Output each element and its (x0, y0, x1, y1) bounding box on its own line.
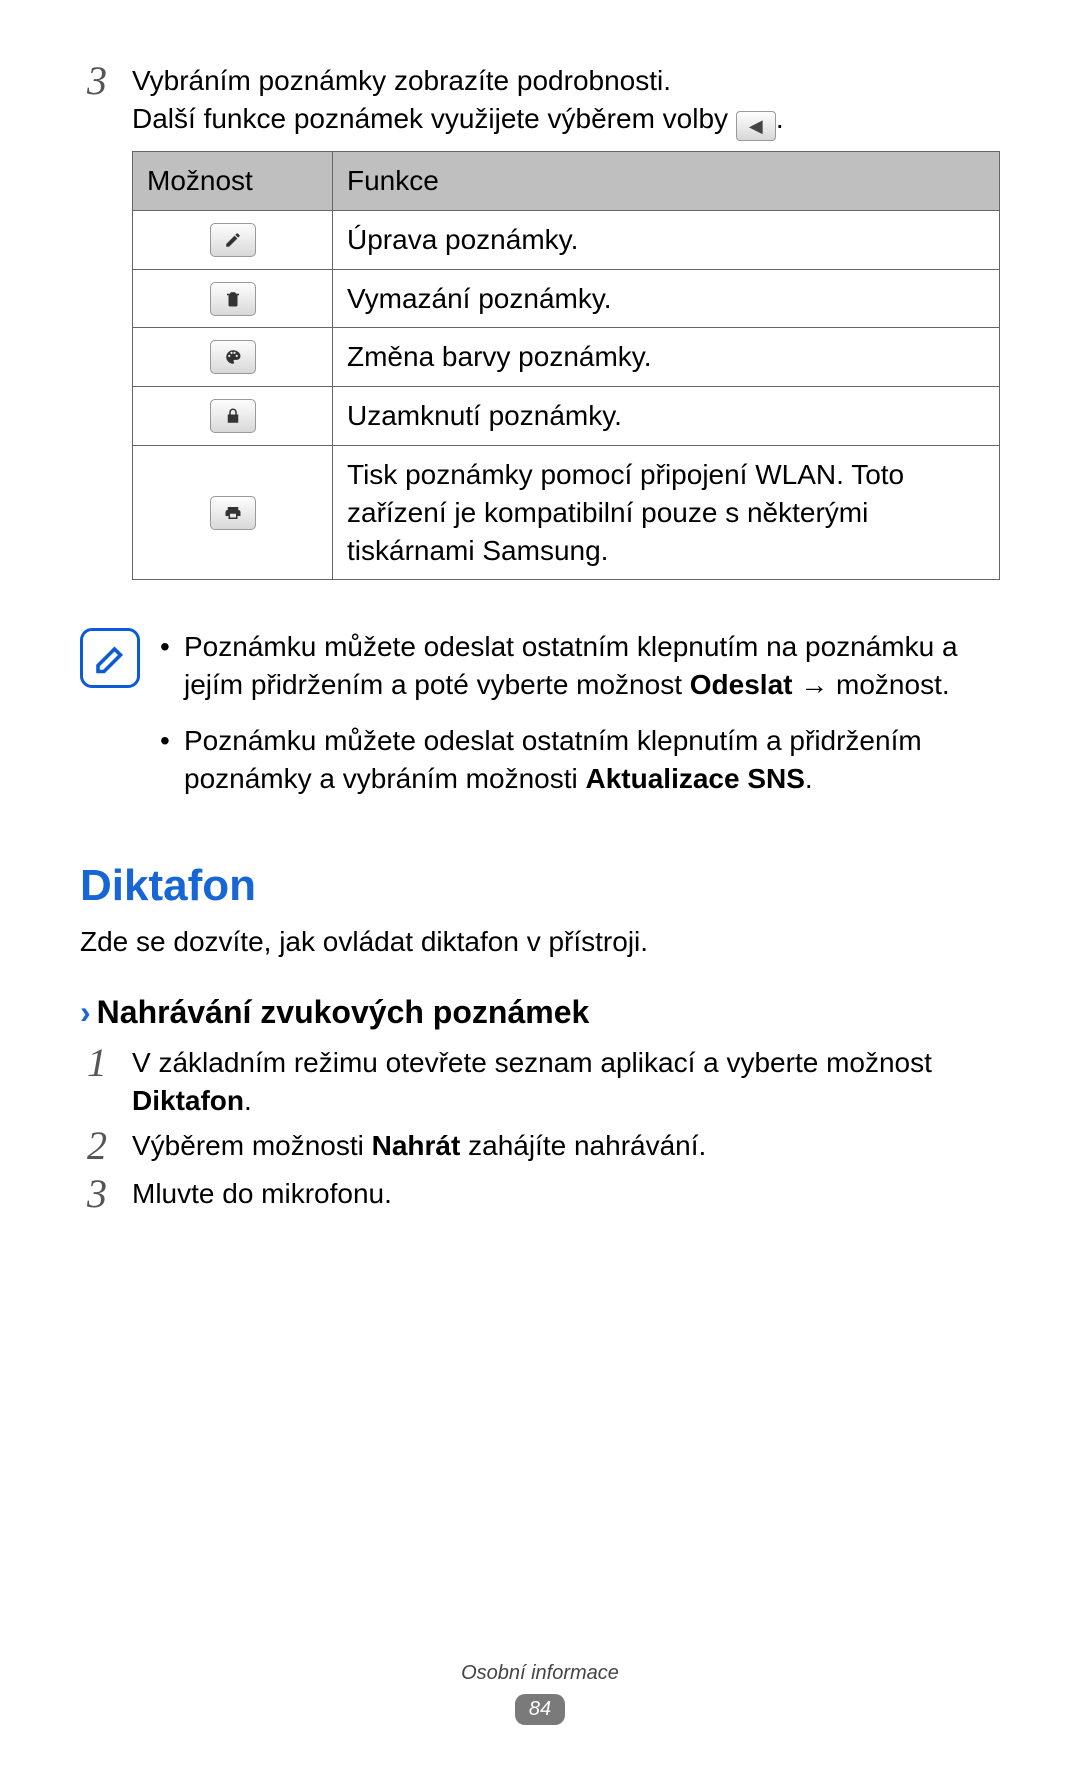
section-lead: Zde se dozvíte, jak ovládat diktafon v p… (80, 923, 1000, 961)
step-number: 2 (80, 1125, 114, 1167)
note-body: Poznámku můžete odeslat ostatním klepnut… (160, 628, 1000, 815)
rec1-post: . (244, 1085, 252, 1116)
note-item: Poznámku můžete odeslat ostatním klepnut… (160, 722, 1000, 798)
step-3: 3 Vybráním poznámky zobrazíte podrobnost… (80, 60, 1000, 604)
option-icon-cell (133, 210, 333, 269)
option-icon-cell (133, 269, 333, 328)
rec1-bold: Diktafon (132, 1085, 244, 1116)
table-row: Uzamknutí poznámky. (133, 387, 1000, 446)
note-icon (80, 628, 140, 688)
option-icon-cell (133, 328, 333, 387)
trash-icon (210, 282, 256, 316)
table-header-row: Možnost Funkce (133, 151, 1000, 210)
footer-category: Osobní informace (0, 1660, 1080, 1687)
step-body: Vybráním poznámky zobrazíte podrobnosti.… (132, 60, 1000, 604)
table-row: Změna barvy poznámky. (133, 328, 1000, 387)
rec2-pre: Výběrem možnosti (132, 1130, 372, 1161)
lock-icon (210, 399, 256, 433)
option-icon-cell (133, 387, 333, 446)
note2-post: . (805, 763, 813, 794)
step-body: Mluvte do mikrofonu. (132, 1173, 1000, 1215)
table-row: Vymazání poznámky. (133, 269, 1000, 328)
chevron-right-icon: › (80, 994, 91, 1030)
note-item: Poznámku můžete odeslat ostatním klepnut… (160, 628, 1000, 704)
table-row: Úprava poznámky. (133, 210, 1000, 269)
option-func: Tisk poznámky pomocí připojení WLAN. Tot… (333, 445, 1000, 579)
table-row: Tisk poznámky pomocí připojení WLAN. Tot… (133, 445, 1000, 579)
note1-post: → možnost. (792, 669, 949, 700)
options-table: Možnost Funkce Úprava poznámky. Vymazání… (132, 151, 1000, 580)
rec2-bold: Nahrát (372, 1130, 461, 1161)
palette-icon (210, 340, 256, 374)
step-number: 1 (80, 1042, 114, 1120)
note2-bold: Aktualizace SNS (586, 763, 805, 794)
option-icon-cell (133, 445, 333, 579)
option-func: Uzamknutí poznámky. (333, 387, 1000, 446)
option-func: Vymazání poznámky. (333, 269, 1000, 328)
rec1-pre: V základním režimu otevřete seznam aplik… (132, 1047, 932, 1078)
rec2-post: zahájíte nahrávání. (460, 1130, 706, 1161)
step3-line1: Vybráním poznámky zobrazíte podrobnosti. (132, 65, 671, 96)
subsection-title: ›Nahrávání zvukových poznámek (80, 991, 1000, 1034)
rec-step-1: 1 V základním režimu otevřete seznam apl… (80, 1042, 1000, 1120)
step-number: 3 (80, 60, 114, 604)
step3-line2-post: . (776, 103, 784, 134)
step3-line2-pre: Další funkce poznámek využijete výběrem … (132, 103, 736, 134)
note-box: Poznámku můžete odeslat ostatním klepnut… (80, 628, 1000, 815)
step-body: V základním režimu otevřete seznam aplik… (132, 1042, 1000, 1120)
col-option: Možnost (133, 151, 333, 210)
page-number: 84 (515, 1694, 565, 1725)
option-func: Úprava poznámky. (333, 210, 1000, 269)
option-func: Změna barvy poznámky. (333, 328, 1000, 387)
note1-bold: Odeslat (690, 669, 793, 700)
section-title: Diktafon (80, 856, 1000, 915)
print-icon (210, 496, 256, 530)
step-number: 3 (80, 1173, 114, 1215)
step-body: Výběrem možnosti Nahrát zahájíte nahrává… (132, 1125, 1000, 1167)
left-arrow-button-icon: ◀ (736, 111, 776, 141)
subsection-text: Nahrávání zvukových poznámek (97, 994, 590, 1030)
rec-step-3: 3 Mluvte do mikrofonu. (80, 1173, 1000, 1215)
rec3-text: Mluvte do mikrofonu. (132, 1178, 392, 1209)
col-function: Funkce (333, 151, 1000, 210)
edit-icon (210, 223, 256, 257)
page-footer: Osobní informace 84 (0, 1660, 1080, 1725)
rec-step-2: 2 Výběrem možnosti Nahrát zahájíte nahrá… (80, 1125, 1000, 1167)
